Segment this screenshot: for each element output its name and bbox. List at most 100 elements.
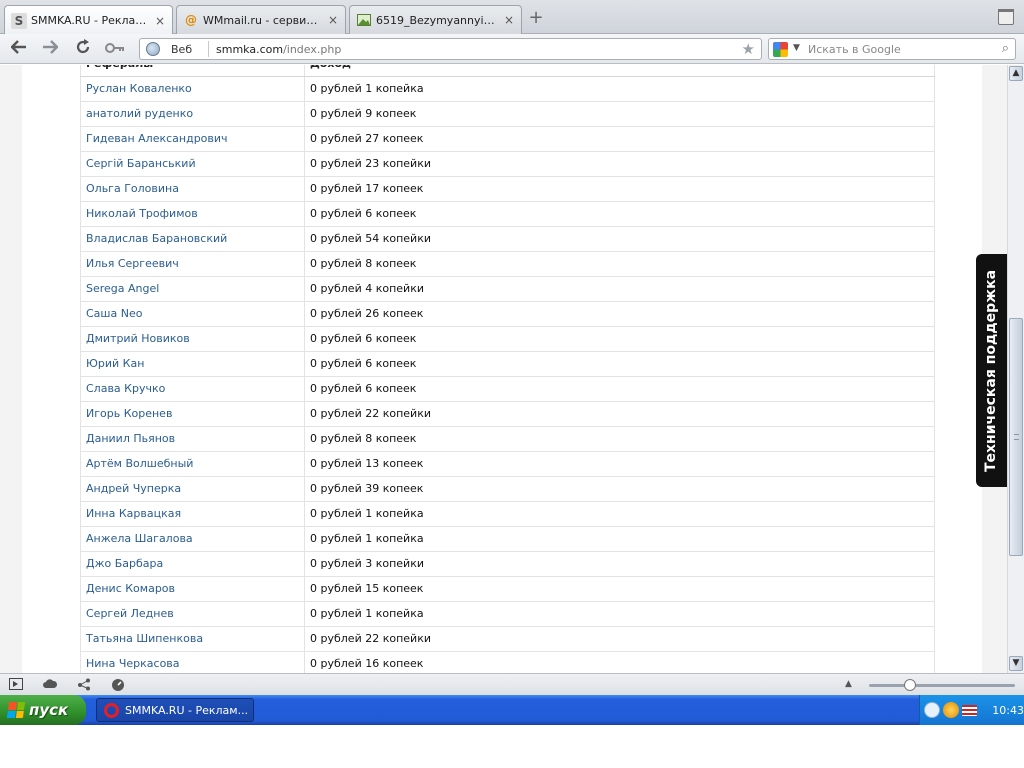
- referral-name-link[interactable]: Игорь Коренев: [80, 401, 305, 427]
- status-bar: ▲: [0, 673, 1024, 695]
- referral-name-link[interactable]: анатолий руденко: [80, 101, 305, 127]
- search-box[interactable]: ▼ Искать в Google ⌕: [768, 38, 1016, 60]
- referral-name-link[interactable]: Слава Кручко: [80, 376, 305, 402]
- referral-income: 0 рублей 22 копейки: [304, 401, 935, 427]
- trash-icon[interactable]: [998, 9, 1014, 25]
- url-field[interactable]: smmka.com/index.php: [216, 43, 341, 56]
- referral-name-link[interactable]: Руслан Коваленко: [80, 76, 305, 102]
- referral-name-link[interactable]: Сергій Баранський: [80, 151, 305, 177]
- table-row: Даниил Пьянов 0 рублей 8 копеек: [80, 426, 935, 452]
- referral-name-link[interactable]: Сергей Леднев: [80, 601, 305, 627]
- scroll-up-arrow-icon[interactable]: ▲: [1009, 66, 1023, 81]
- referral-income: 0 рублей 22 копейки: [304, 626, 935, 652]
- close-tab-icon[interactable]: ×: [327, 13, 339, 27]
- url-domain: smmka.com: [216, 43, 284, 56]
- collapse-tray-icon[interactable]: [924, 702, 940, 718]
- table-row: Нина Черкасова 0 рублей 16 копеек: [80, 651, 935, 673]
- back-button[interactable]: [8, 39, 30, 59]
- referral-income: 0 рублей 6 копеек: [304, 376, 935, 402]
- referral-name-link[interactable]: Даниил Пьянов: [80, 426, 305, 452]
- table-row: Андрей Чуперка 0 рублей 39 копеек: [80, 476, 935, 502]
- referral-name-link[interactable]: Нина Черкасова: [80, 651, 305, 673]
- table-row: Гидеван Александрович 0 рублей 27 копеек: [80, 126, 935, 152]
- clock: 10:43: [992, 703, 1024, 717]
- table-header-row: Рефералы Доход: [80, 65, 935, 77]
- referral-name-link[interactable]: Юрий Кан: [80, 351, 305, 377]
- panels-icon[interactable]: [9, 678, 23, 691]
- close-tab-icon[interactable]: ×: [503, 13, 515, 27]
- forward-button[interactable]: [39, 39, 61, 59]
- key-icon[interactable]: [104, 39, 126, 59]
- referral-name-link[interactable]: Дмитрий Новиков: [80, 326, 305, 352]
- referral-income: 0 рублей 8 копеек: [304, 251, 935, 277]
- referral-income: 0 рублей 3 копейки: [304, 551, 935, 577]
- referral-income: 0 рублей 27 копеек: [304, 126, 935, 152]
- zoom-slider[interactable]: [869, 684, 1015, 687]
- referral-name-link[interactable]: Саша Neo: [80, 301, 305, 327]
- page-viewport: Рефералы Доход Руслан Коваленко0 рублей …: [0, 65, 1007, 673]
- referral-name-link[interactable]: Ольга Головина: [80, 176, 305, 202]
- bookmark-star-icon[interactable]: ★: [742, 40, 755, 58]
- grip-icon: [1014, 434, 1019, 440]
- reload-button[interactable]: [72, 39, 94, 59]
- close-tab-icon[interactable]: ×: [154, 14, 166, 28]
- tab-wmmail[interactable]: @ WMmail.ru - сервис поч... ×: [176, 5, 346, 34]
- referral-income: 0 рублей 6 копеек: [304, 326, 935, 352]
- referral-name-link[interactable]: Владислав Барановский: [80, 226, 305, 252]
- referral-name-link[interactable]: Serega Angel: [80, 276, 305, 302]
- zoom-menu-icon[interactable]: ▲: [845, 679, 852, 689]
- table-row: Serega Angel 0 рублей 4 копейки: [80, 276, 935, 302]
- address-bar[interactable]: Веб smmka.com/index.php ★: [139, 38, 762, 60]
- taskbar-window-label: SMMKA.RU - Реклам...: [125, 703, 249, 717]
- referral-income: 0 рублей 26 копеек: [304, 301, 935, 327]
- table-row: Владислав Барановский 0 рублей 54 копейки: [80, 226, 935, 252]
- scrollbar-thumb[interactable]: [1009, 318, 1023, 556]
- referral-income: 0 рублей 17 копеек: [304, 176, 935, 202]
- tab-image[interactable]: 6519_Bezymyannyi_ot_f... ×: [349, 5, 522, 34]
- referral-name-link[interactable]: Андрей Чуперка: [80, 476, 305, 502]
- new-tab-button[interactable]: +: [527, 9, 545, 27]
- scroll-down-arrow-icon[interactable]: ▼: [1009, 656, 1023, 671]
- referral-name-link[interactable]: Татьяна Шипенкова: [80, 626, 305, 652]
- referral-name-link[interactable]: Денис Комаров: [80, 576, 305, 602]
- language-flag-icon[interactable]: [961, 704, 978, 716]
- search-input[interactable]: Искать в Google: [808, 43, 901, 56]
- tab-smmka[interactable]: S SMMKA.RU - Реклама Вк... ×: [4, 5, 173, 35]
- cloud-icon[interactable]: [42, 678, 58, 691]
- table-row: Игорь Коренев 0 рублей 22 копейки: [80, 401, 935, 427]
- start-label: пуск: [29, 701, 69, 719]
- referral-name-link[interactable]: Артём Волшебный: [80, 451, 305, 477]
- speedometer-icon[interactable]: [111, 678, 125, 691]
- url-path: /index.php: [283, 43, 342, 56]
- referral-income: 0 рублей 13 копеек: [304, 451, 935, 477]
- tech-support-tab[interactable]: Техническая поддержка: [976, 254, 1007, 487]
- vertical-scrollbar[interactable]: ▲ ▼: [1007, 65, 1024, 673]
- referral-income: 0 рублей 6 копеек: [304, 201, 935, 227]
- referral-income: 0 рублей 6 копеек: [304, 351, 935, 377]
- taskbar-window-button[interactable]: SMMKA.RU - Реклам...: [96, 698, 254, 722]
- table-row: Слава Кручко 0 рублей 6 копеек: [80, 376, 935, 402]
- referral-name-link[interactable]: Джо Барбара: [80, 551, 305, 577]
- chevron-down-icon[interactable]: ▼: [793, 43, 800, 53]
- wmmail-favicon-icon: @: [185, 13, 197, 27]
- search-icon[interactable]: ⌕: [1002, 41, 1009, 56]
- google-icon[interactable]: [773, 42, 788, 57]
- referral-name-link[interactable]: Гидеван Александрович: [80, 126, 305, 152]
- table-row: Руслан Коваленко 0 рублей 1 копейка: [80, 76, 935, 102]
- windows-logo-icon: [6, 702, 26, 718]
- referral-name-link[interactable]: Илья Сергеевич: [80, 251, 305, 277]
- referral-name-link[interactable]: Николай Трофимов: [80, 201, 305, 227]
- wmmail-tray-icon[interactable]: [942, 702, 959, 718]
- table-row: Сергей Леднев 0 рублей 1 копейка: [80, 601, 935, 627]
- page-content: Рефералы Доход Руслан Коваленко0 рублей …: [22, 65, 982, 673]
- start-button[interactable]: пуск: [0, 695, 86, 725]
- tab-label: WMmail.ru - сервис поч...: [203, 13, 323, 27]
- share-icon[interactable]: [77, 678, 91, 691]
- navigation-bar: Веб smmka.com/index.php ★ ▼ Искать в Goo…: [0, 34, 1024, 64]
- referral-income: 0 рублей 1 копейка: [304, 76, 935, 102]
- referral-name-link[interactable]: Инна Карвацкая: [80, 501, 305, 527]
- referral-name-link[interactable]: Анжела Шагалова: [80, 526, 305, 552]
- zoom-slider-handle[interactable]: [904, 679, 916, 691]
- table-row: Илья Сергеевич 0 рублей 8 копеек: [80, 251, 935, 277]
- tech-support-label: Техническая поддержка: [983, 269, 1000, 472]
